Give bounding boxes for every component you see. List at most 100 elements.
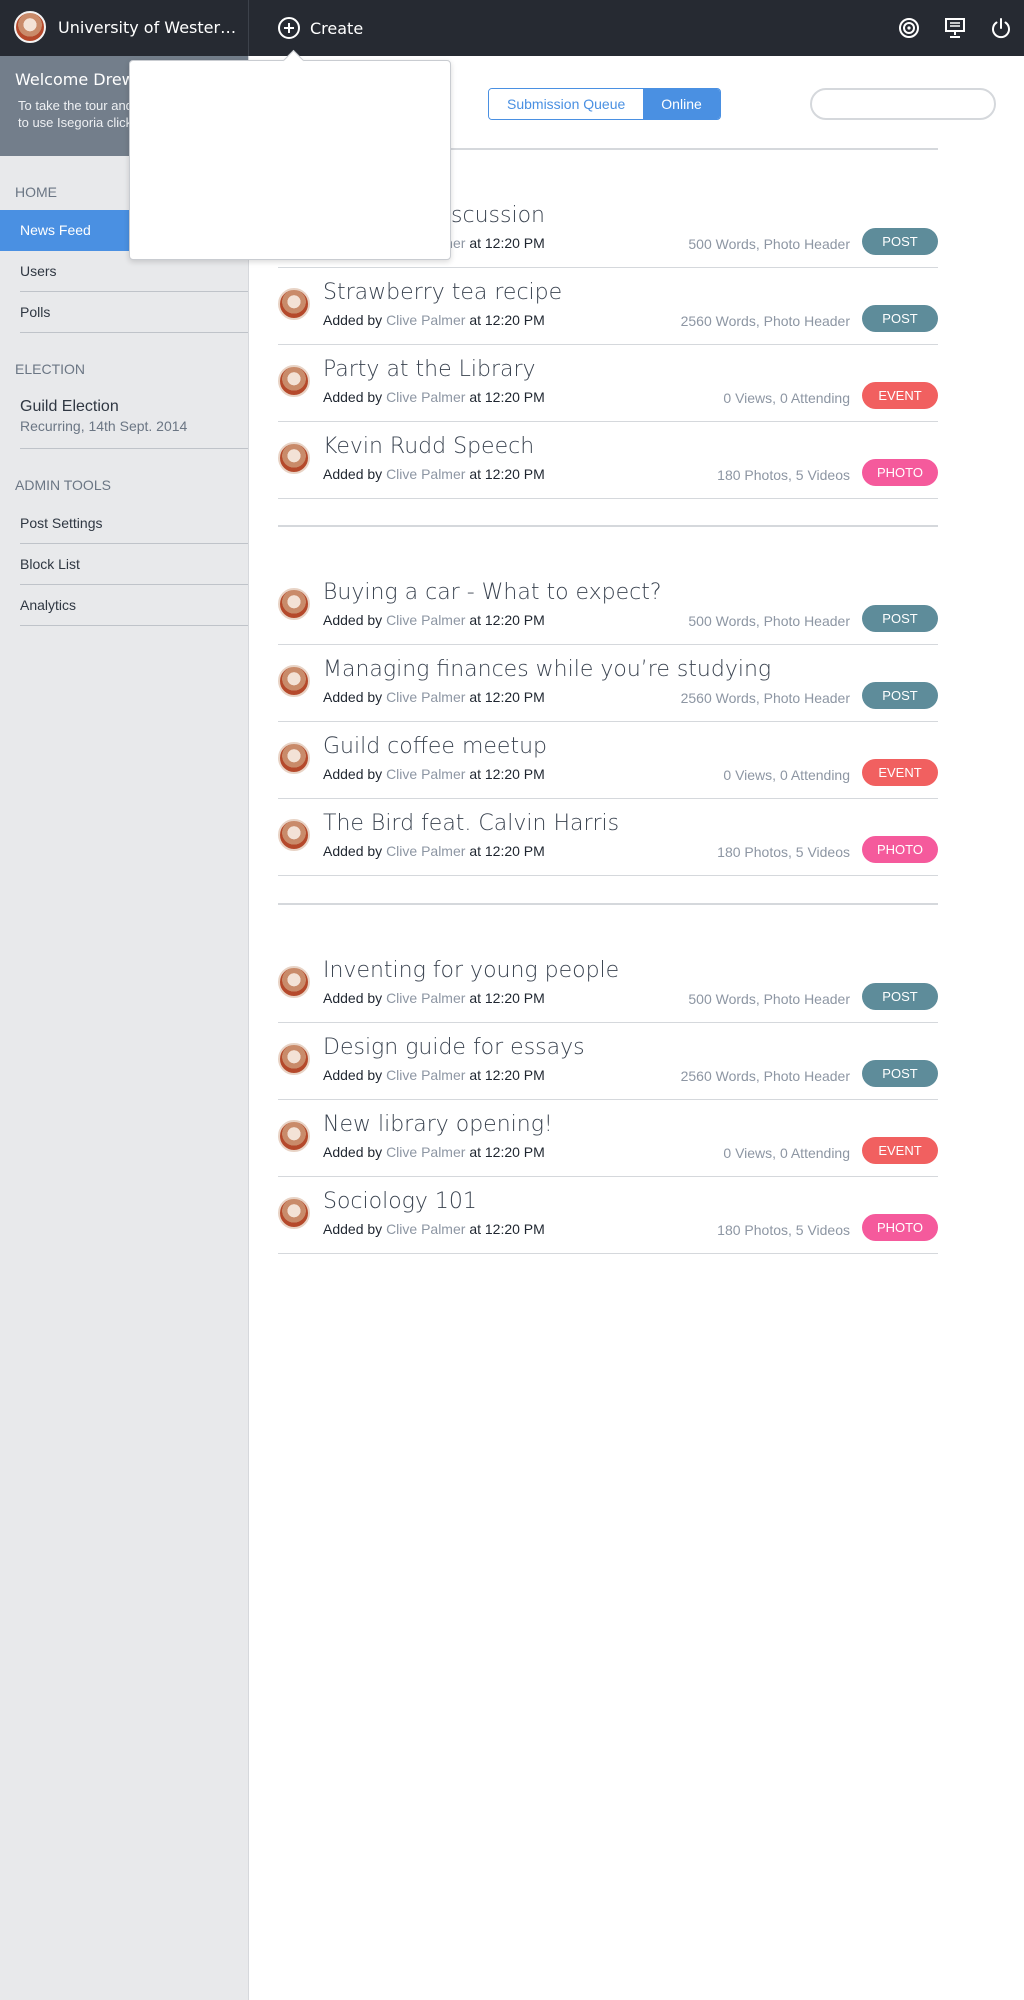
plus-circle-icon [278,17,300,39]
avatar [278,1043,310,1075]
view-toggle: Submission Queue Online [488,88,721,120]
section-admin-tools: ADMIN TOOLS [15,477,111,493]
post-badge[interactable]: POST [862,228,938,255]
target-icon[interactable] [886,0,932,56]
feed-group-3: Inventing for young people Added by Cliv… [278,903,938,1254]
feed-group-2: Buying a car - What to expect? Added by … [278,525,938,876]
list-item[interactable]: Strawberry tea recipe Added by Clive Pal… [278,268,938,345]
election-title: Guild Election [20,398,119,415]
sidebar: Welcome Drew! To take the tour and to us… [0,56,249,2000]
meta-time: at 12:20 PM [469,1221,545,1237]
sidebar-item-analytics[interactable]: Analytics [20,585,248,626]
post-title: Inventing for young people [323,958,620,983]
meta-time: at 12:20 PM [469,1067,545,1083]
post-title: Strawberry tea recipe [323,280,563,305]
list-item[interactable]: Managing finances while you’re studying … [278,645,938,722]
sidebar-item-block-list[interactable]: Block List [20,544,248,585]
power-icon[interactable] [978,0,1024,56]
post-title: Sociology 101 [323,1189,477,1214]
meta-time: at 12:20 PM [469,766,545,782]
post-title: Design guide for essays [323,1035,585,1060]
meta-prefix: Added by [323,312,383,328]
avatar [278,966,310,998]
list-item[interactable]: Design guide for essays Added by Clive P… [278,1023,938,1100]
post-stats: 500 Words, Photo Header [688,236,850,252]
post-badge[interactable]: POST [862,1060,938,1087]
meta-time: at 12:20 PM [469,990,545,1006]
post-badge[interactable]: POST [862,983,938,1010]
avatar [278,365,310,397]
list-item[interactable]: Inventing for young people Added by Cliv… [278,946,938,1023]
sidebar-item-guild-election[interactable]: Guild Election Recurring, 14th Sept. 201… [20,387,248,449]
post-stats: 2560 Words, Photo Header [680,313,850,329]
post-title: Managing finances while you’re studying [323,657,772,682]
tab-submission-queue[interactable]: Submission Queue [489,89,644,119]
post-stats: 500 Words, Photo Header [688,991,850,1007]
list-item[interactable]: Party at the Library Added by Clive Palm… [278,345,938,422]
avatar [278,665,310,697]
photo-badge[interactable]: PHOTO [862,836,938,863]
post-meta: Added by Clive Palmer at 12:20 PM [323,766,545,782]
list-item[interactable]: Buying a car - What to expect? Added by … [278,568,938,645]
photo-badge[interactable]: PHOTO [862,1214,938,1241]
author-link[interactable]: Clive Palmer [386,1221,465,1237]
tab-online[interactable]: Online [643,89,720,119]
create-popover [129,60,451,260]
meta-prefix: Added by [323,389,383,405]
section-election: ELECTION [15,361,86,377]
avatar [278,819,310,851]
list-item[interactable]: Sociology 101 Added by Clive Palmer at 1… [278,1177,938,1254]
event-badge[interactable]: EVENT [862,759,938,786]
list-item[interactable]: New library opening! Added by Clive Palm… [278,1100,938,1177]
create-button[interactable]: Create [278,14,363,42]
organization-name: University of Wester… [58,18,237,37]
author-link[interactable]: Clive Palmer [386,843,465,859]
list-item[interactable]: Kevin Rudd Speech Added by Clive Palmer … [278,422,938,499]
top-bar: University of Wester… Create [0,0,1024,56]
post-badge[interactable]: POST [862,605,938,632]
post-stats: 500 Words, Photo Header [688,613,850,629]
author-link[interactable]: Clive Palmer [386,466,465,482]
list-item[interactable]: Guild coffee meetup Added by Clive Palme… [278,722,938,799]
presentation-icon[interactable] [932,0,978,56]
avatar [278,442,310,474]
meta-time: at 12:20 PM [469,689,545,705]
post-meta: Added by Clive Palmer at 12:20 PM [323,1144,545,1160]
meta-prefix: Added by [323,1067,383,1083]
meta-time: at 12:20 PM [469,466,545,482]
avatar [278,742,310,774]
author-link[interactable]: Clive Palmer [386,1144,465,1160]
author-link[interactable]: Clive Palmer [386,766,465,782]
list-item[interactable]: The Bird feat. Calvin Harris Added by Cl… [278,799,938,876]
meta-time: at 12:20 PM [469,389,545,405]
meta-prefix: Added by [323,766,383,782]
photo-badge[interactable]: PHOTO [862,459,938,486]
search-input[interactable] [810,88,996,120]
post-meta: Added by Clive Palmer at 12:20 PM [323,689,545,705]
author-link[interactable]: Clive Palmer [386,1067,465,1083]
event-badge[interactable]: EVENT [862,382,938,409]
avatar [14,11,46,43]
post-stats: 180 Photos, 5 Videos [717,844,850,860]
author-link[interactable]: Clive Palmer [386,312,465,328]
post-badge[interactable]: POST [862,682,938,709]
sidebar-item-polls[interactable]: Polls [20,292,248,333]
post-title: Party at the Library [323,357,536,382]
author-link[interactable]: Clive Palmer [386,990,465,1006]
post-meta: Added by Clive Palmer at 12:20 PM [323,1221,545,1237]
avatar [278,288,310,320]
author-link[interactable]: Clive Palmer [386,389,465,405]
post-meta: Added by Clive Palmer at 12:20 PM [323,612,545,628]
meta-time: at 12:20 PM [469,843,545,859]
meta-prefix: Added by [323,1144,383,1160]
meta-prefix: Added by [323,466,383,482]
post-meta: Added by Clive Palmer at 12:20 PM [323,312,545,328]
sidebar-item-post-settings[interactable]: Post Settings [20,503,248,544]
post-stats: 180 Photos, 5 Videos [717,1222,850,1238]
post-stats: 180 Photos, 5 Videos [717,467,850,483]
author-link[interactable]: Clive Palmer [386,689,465,705]
post-badge[interactable]: POST [862,305,938,332]
author-link[interactable]: Clive Palmer [386,612,465,628]
brand[interactable]: University of Wester… [0,0,249,56]
event-badge[interactable]: EVENT [862,1137,938,1164]
